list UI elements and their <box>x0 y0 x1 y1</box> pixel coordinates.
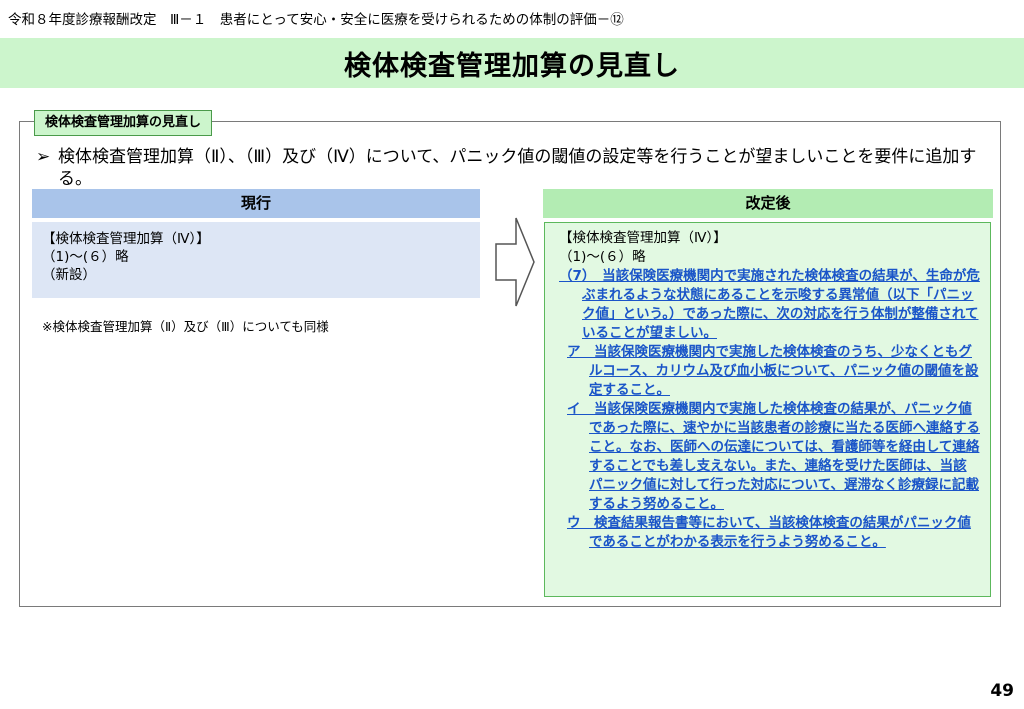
current-line: （新設） <box>42 267 96 283</box>
revised-item-a: ア 当該保険医療機関内で実施した検体検査のうち、少なくともグルコース、カリウム及… <box>567 344 979 398</box>
revised-header: 改定後 <box>543 189 993 218</box>
revised-content: 【検体検査管理加算（Ⅳ）】 （1)～(６）略 （7） 当該保険医療機関内で実施さ… <box>544 222 991 597</box>
bullet-arrow-icon: ➢ <box>36 147 51 167</box>
revised-line: （1)～(６）略 <box>559 249 646 265</box>
revised-line: 【検体検査管理加算（Ⅳ）】 <box>559 230 727 246</box>
page-number: 49 <box>990 681 1014 701</box>
revised-item-i: イ 当該保険医療機関内で実施した検体検査の結果が、パニック値であった際に、速やか… <box>567 401 980 512</box>
summary-bullet: ➢ 検体検査管理加算（Ⅱ）、（Ⅲ）及び（Ⅳ）について、パニック値の閾値の設定等を… <box>30 146 1000 190</box>
revised-item-7: （7） 当該保険医療機関内で実施された検体検査の結果が、生命が危ぶまれるような状… <box>559 268 980 341</box>
current-line: （1)～(６）略 <box>42 249 129 265</box>
page-title: 検体検査管理加算の見直し <box>344 50 680 82</box>
current-note: ※検体検査管理加算（Ⅱ）及び（Ⅲ）についても同様 <box>42 319 329 334</box>
breadcrumb: 令和８年度診療報酬改定 Ⅲ－１ 患者にとって安心・安全に医療を受けられるための体… <box>8 12 624 28</box>
current-content: 【検体検査管理加算（Ⅳ）】 （1)～(６）略 （新設） <box>32 222 480 298</box>
title-banner: 検体検査管理加算の見直し <box>0 38 1024 88</box>
current-header: 現行 <box>32 189 480 218</box>
revised-item-u: ウ 検査結果報告書等において、当該検体検査の結果がパニック値であることがわかる表… <box>567 515 971 550</box>
right-arrow-icon <box>495 217 535 307</box>
section-tag: 検体検査管理加算の見直し <box>34 110 213 136</box>
summary-text: 検体検査管理加算（Ⅱ）、（Ⅲ）及び（Ⅳ）について、パニック値の閾値の設定等を行う… <box>58 147 977 189</box>
current-line: 【検体検査管理加算（Ⅳ）】 <box>42 231 210 247</box>
